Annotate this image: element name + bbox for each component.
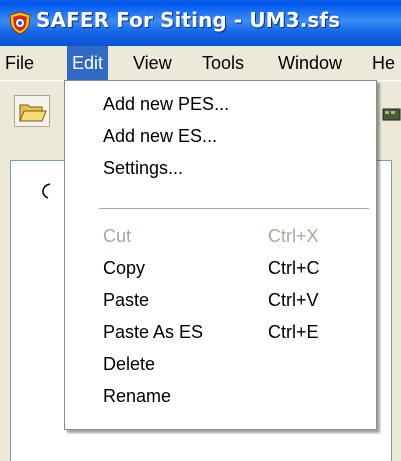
menu-item-label: Add new PES... — [103, 94, 230, 114]
menu-item-cut: Cut Ctrl+X — [65, 221, 376, 251]
menu-item-label: Settings... — [103, 158, 184, 178]
menu-help[interactable]: He — [367, 46, 400, 80]
menu-window[interactable]: Window — [273, 46, 347, 80]
menu-item-paste-as-es[interactable]: Paste As ES Ctrl+E — [65, 317, 376, 347]
menu-bar: File Edit View Tools Window He — [0, 46, 401, 80]
open-folder-icon — [19, 104, 47, 122]
menu-item-copy[interactable]: Copy Ctrl+C — [65, 253, 376, 283]
menu-item-label: Cut — [103, 226, 132, 246]
menu-item-label: Add new ES... — [103, 126, 218, 146]
menu-file[interactable]: File — [0, 46, 39, 80]
menu-item-shortcut: Ctrl+V — [268, 290, 319, 310]
menu-item-delete[interactable]: Delete — [65, 349, 376, 379]
window-left-edge — [0, 130, 10, 461]
menu-item-shortcut: Ctrl+E — [268, 322, 319, 342]
menu-item-shortcut: Ctrl+X — [268, 226, 319, 246]
menu-item-label: Paste As ES — [103, 322, 204, 342]
menu-item-paste[interactable]: Paste Ctrl+V — [65, 285, 376, 315]
menu-item-label: Rename — [103, 386, 172, 406]
title-bar[interactable]: SAFER For Siting - UM3.sfs — [0, 0, 401, 46]
shield-icon — [9, 11, 31, 35]
window-title: SAFER For Siting - UM3.sfs — [36, 8, 341, 32]
tree-node-icon[interactable] — [36, 180, 56, 202]
menu-item-rename[interactable]: Rename — [65, 381, 376, 411]
menu-item-settings[interactable]: Settings... — [65, 153, 376, 183]
menu-item-label: Paste — [103, 290, 150, 310]
menu-item-add-new-es[interactable]: Add new ES... — [65, 121, 376, 151]
menu-separator — [99, 208, 369, 210]
toolbar-partial-icon[interactable] — [382, 107, 401, 121]
menu-edit[interactable]: Edit — [67, 46, 109, 80]
menu-item-label: Delete — [103, 354, 156, 374]
menu-item-add-new-pes[interactable]: Add new PES... — [65, 89, 376, 119]
edit-menu-dropdown: Add new PES... Add new ES... Settings...… — [64, 80, 377, 430]
menu-item-shortcut: Ctrl+C — [268, 258, 320, 278]
open-button[interactable] — [14, 95, 50, 127]
menu-view[interactable]: View — [128, 46, 177, 80]
menu-tools[interactable]: Tools — [197, 46, 249, 80]
menu-item-label: Copy — [103, 258, 146, 278]
